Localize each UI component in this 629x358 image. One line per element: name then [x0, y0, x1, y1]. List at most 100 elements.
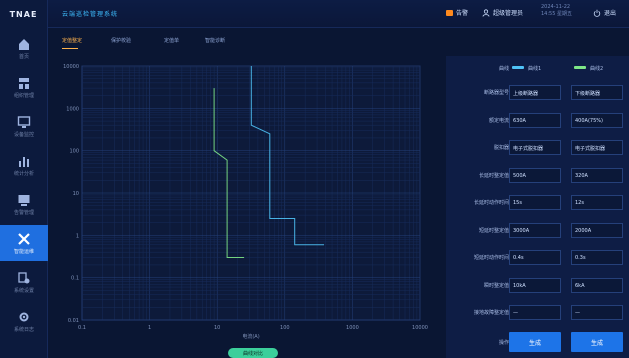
setting-row: 断路器型号 上级断路器 下级断路器	[446, 82, 629, 104]
exit-button[interactable]: 退出	[593, 8, 616, 17]
app-title: 云端巡检管理系统	[62, 11, 119, 18]
top-header: 云端巡检管理系统 告警 超级管理员 2024-11-22 14:55 星期五 退…	[48, 0, 629, 28]
setting-row: 额定电流 630A 400A(75%)	[446, 110, 629, 132]
legend-text-1: 曲线1	[528, 66, 542, 72]
setting-value-1[interactable]: 电子式脱扣器	[509, 140, 561, 155]
legend-label: 曲线	[498, 66, 509, 72]
setting-value-2[interactable]: 400A(75%)	[571, 112, 623, 128]
setting-value-1[interactable]: 10kA	[509, 277, 561, 293]
y-tick-label: 1000	[66, 106, 79, 112]
sidebar-item-2[interactable]: 设备监控	[0, 108, 48, 144]
setting-value-1[interactable]: 上级断路器	[509, 85, 561, 100]
x-axis-label: 电流(A)	[242, 333, 259, 340]
sidebar-item-3[interactable]: 统计分析	[0, 147, 48, 183]
x-tick-label: 1000	[346, 325, 359, 331]
tools-icon	[16, 232, 32, 246]
chart-icon	[16, 154, 32, 168]
tab-sheet[interactable]: 定值单	[164, 37, 179, 44]
tab-diagnosis[interactable]: 智能诊断	[205, 37, 225, 44]
sidebar-item-label: 告警管理	[13, 209, 34, 216]
user-label: 超级管理员	[493, 10, 524, 17]
x-tick-label: 100	[280, 325, 290, 331]
date-text: 2024-11-22	[541, 4, 571, 10]
sidebar-nav: TNAE 首页 组织管理 设备监控 统计分析 告警管理 智能运维 系统设置 系统日志	[0, 0, 48, 358]
setting-label: 脱扣器	[493, 145, 509, 151]
setting-value-2[interactable]: 电子式脱扣器	[571, 140, 623, 155]
sidebar-item-6[interactable]: 系统设置	[0, 264, 48, 300]
alarm-button[interactable]: 告警	[446, 8, 468, 17]
y-tick-label: 0.01	[68, 318, 79, 324]
setting-value-2[interactable]: 320A	[571, 167, 623, 183]
alarm-icon	[16, 193, 32, 207]
x-tick-label: 10	[214, 325, 220, 331]
setting-value-2[interactable]: 12s	[571, 195, 623, 210]
flag-icon	[446, 9, 453, 16]
generate-button-2[interactable]: 生成	[571, 332, 623, 352]
setting-row: 短延时动作时间 0.4s 0.3s	[446, 247, 629, 269]
setting-label: 断路器型号	[483, 90, 509, 96]
sidebar-item-1[interactable]: 组织管理	[0, 69, 48, 105]
setting-value-2[interactable]: 0.3s	[571, 250, 623, 265]
setting-value-1[interactable]: 3000A	[509, 222, 561, 238]
monitor-icon	[16, 115, 32, 129]
tab-setting[interactable]: 定值整定	[62, 37, 82, 44]
y-tick-label: 10	[73, 191, 79, 197]
sidebar-item-0[interactable]: 首页	[0, 30, 48, 66]
setting-label: 短延时整定值	[478, 227, 509, 234]
legend-swatch-2	[574, 66, 586, 69]
sidebar-item-label: 系统日志	[13, 326, 34, 333]
setting-label: 长延时动作时间	[473, 200, 509, 206]
sidebar-item-4[interactable]: 告警管理	[0, 186, 48, 222]
org-icon	[16, 76, 32, 90]
active-tab-indicator	[62, 48, 78, 49]
action-row-label: 操作	[498, 340, 509, 346]
setting-value-1[interactable]: 15s	[509, 195, 561, 210]
power-icon	[593, 9, 601, 17]
tab-bar: 定值整定 保护校验 定值单 智能诊断	[48, 28, 629, 50]
sidebar-item-label: 统计分析	[13, 170, 34, 177]
generate-button-1[interactable]: 生成	[509, 332, 561, 352]
x-tick-label: 1	[148, 325, 151, 331]
setting-row: 瞬时整定值 10kA 6kA	[446, 275, 629, 297]
setting-row: 长延时动作时间 15s 12s	[446, 192, 629, 214]
setting-value-2[interactable]: —	[571, 305, 623, 320]
tab-check[interactable]: 保护校验	[111, 37, 131, 44]
sidebar-item-label: 设备监控	[13, 131, 34, 138]
legend-text-2: 曲线2	[590, 66, 604, 72]
sidebar-item-label: 首页	[18, 53, 29, 60]
setting-label: 短延时动作时间	[473, 255, 509, 261]
setting-value-1[interactable]: —	[509, 305, 561, 320]
y-tick-label: 100	[69, 149, 79, 155]
setting-value-2[interactable]: 下级断路器	[571, 85, 623, 100]
protection-curve-chart: 0.1 1 10 100 1000 100000.010.1110100100010000…	[63, 64, 428, 340]
datetime-display: 2024-11-22 14:55 星期五	[541, 4, 572, 18]
setting-row: 长延时整定值 500A 320A	[446, 165, 629, 187]
x-tick-label: 10000	[412, 325, 428, 331]
setting-value-1[interactable]: 500A	[509, 167, 561, 183]
sidebar-item-label: 系统设置	[13, 287, 34, 294]
alarm-label: 告警	[456, 10, 469, 17]
settings-icon	[16, 271, 32, 285]
setting-row: 脱扣器 电子式脱扣器 电子式脱扣器	[446, 137, 629, 159]
setting-value-2[interactable]: 6kA	[571, 277, 623, 293]
setting-label: 瞬时整定值	[483, 282, 509, 289]
user-icon	[482, 8, 490, 17]
user-menu[interactable]: 超级管理员	[482, 8, 523, 17]
setting-label: 接地故障整定值	[473, 310, 509, 316]
setting-label: 额定电流	[488, 117, 509, 124]
sidebar-item-7[interactable]: 系统日志	[0, 303, 48, 339]
home-icon	[16, 37, 32, 51]
setting-value-1[interactable]: 630A	[509, 112, 561, 128]
y-tick-label: 10000	[63, 64, 79, 70]
x-tick-label: 0.1	[78, 325, 86, 331]
time-text: 14:55 星期五	[541, 11, 572, 17]
setting-value-2[interactable]: 2000A	[571, 222, 623, 238]
setting-row: 短延时整定值 3000A 2000A	[446, 220, 629, 242]
sidebar-item-5[interactable]: 智能运维	[0, 225, 48, 261]
legend-swatch-1	[512, 66, 524, 69]
setting-value-1[interactable]: 0.4s	[509, 250, 561, 265]
legend-row: 曲线 曲线1 曲线2	[446, 58, 629, 80]
sidebar-item-label: 组织管理	[13, 92, 34, 99]
compare-curve-button[interactable]: 曲线对比	[228, 348, 278, 358]
setting-label: 长延时整定值	[478, 172, 509, 179]
